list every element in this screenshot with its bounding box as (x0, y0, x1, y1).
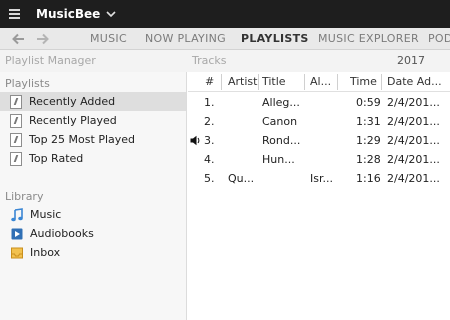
menu-hamburger-icon[interactable] (0, 0, 28, 28)
track-title: Alleg... (262, 96, 300, 109)
auto-playlist-icon (10, 132, 22, 147)
column-header-date-added[interactable]: Date Ad... (387, 75, 449, 88)
tab-music-explorer[interactable]: MUSIC EXPLORER (318, 28, 419, 50)
library-item-inbox[interactable]: Inbox (0, 243, 186, 262)
column-header-artist[interactable]: Artist (228, 75, 258, 88)
tab-podcasts[interactable]: POD (428, 28, 450, 50)
column-divider[interactable] (304, 74, 305, 90)
track-row[interactable]: 5. Qu... Isr... 1:16 2/4/201... (188, 169, 450, 188)
auto-playlist-icon (10, 113, 22, 128)
track-time: 1:28 (356, 153, 381, 166)
track-title: Rond... (262, 134, 301, 147)
track-number: 1. (204, 96, 215, 109)
playlists-section-title: Playlists (5, 77, 50, 90)
back-arrow-icon[interactable] (11, 33, 25, 45)
track-title: Hun... (262, 153, 295, 166)
playlist-item-recently-played[interactable]: Recently Played (0, 111, 186, 130)
chevron-down-icon[interactable] (106, 9, 116, 19)
title-bar: MusicBee (0, 0, 450, 28)
column-header-album[interactable]: Al... (310, 75, 334, 88)
track-list-header: # Artist Title Al... Time Date Ad... (188, 72, 450, 92)
track-artist: Qu... (228, 172, 255, 185)
year-label: 2017 (397, 54, 425, 67)
inbox-icon (11, 247, 23, 258)
column-divider[interactable] (381, 74, 382, 90)
auto-playlist-icon (10, 94, 22, 109)
app-title[interactable]: MusicBee (36, 7, 100, 21)
column-header-number[interactable]: # (205, 75, 217, 88)
playlist-item-label: Top 25 Most Played (29, 133, 136, 146)
track-album: Isr... (310, 172, 333, 185)
playlist-item-top-rated[interactable]: Top Rated (0, 149, 186, 168)
track-row-now-playing[interactable]: 3. Rond... 1:29 2/4/201... (188, 131, 450, 150)
tracks-header: Tracks (192, 54, 227, 67)
track-row[interactable]: 4. Hun... 1:28 2/4/201... (188, 150, 450, 169)
track-date-added: 2/4/201... (387, 153, 440, 166)
track-time: 1:16 (356, 172, 381, 185)
track-list: # Artist Title Al... Time Date Ad... 1. … (188, 72, 450, 320)
playlist-item-recently-added[interactable]: Recently Added (0, 92, 186, 111)
library-item-label: Inbox (30, 246, 61, 259)
column-divider[interactable] (337, 74, 338, 90)
track-row[interactable]: 1. Alleg... 0:59 2/4/201... (188, 93, 450, 112)
tab-playlists[interactable]: PLAYLISTS (241, 28, 309, 50)
library-item-music[interactable]: Music (0, 205, 186, 224)
playlist-item-label: Top Rated (29, 152, 84, 165)
column-divider[interactable] (258, 74, 259, 90)
library-item-label: Audiobooks (30, 227, 94, 240)
forward-arrow-icon[interactable] (36, 33, 50, 45)
track-date-added: 2/4/201... (387, 134, 440, 147)
audiobook-icon (11, 228, 23, 239)
track-title: Canon (262, 115, 298, 128)
track-time: 1:29 (356, 134, 381, 147)
column-header-time[interactable]: Time (350, 75, 380, 88)
track-row[interactable]: 2. Canon 1:31 2/4/201... (188, 112, 450, 131)
column-divider[interactable] (221, 74, 222, 90)
track-number: 2. (204, 115, 215, 128)
playlist-manager-panel: Playlists Recently Added Recently Played… (0, 72, 187, 320)
playlist-item-top-25-most-played[interactable]: Top 25 Most Played (0, 130, 186, 149)
speaker-playing-icon (190, 135, 200, 146)
music-note-icon (11, 207, 23, 221)
track-number: 4. (204, 153, 215, 166)
nav-bar: MUSIC NOW PLAYING PLAYLISTS MUSIC EXPLOR… (0, 28, 450, 50)
library-item-label: Music (30, 208, 62, 221)
panel-header-bar: Playlist Manager Tracks 2017 (0, 50, 450, 72)
playlist-item-label: Recently Added (29, 95, 116, 108)
column-header-title[interactable]: Title (262, 75, 302, 88)
track-number: 5. (204, 172, 215, 185)
track-time: 1:31 (356, 115, 381, 128)
track-number: 3. (204, 134, 215, 147)
library-section-title: Library (5, 190, 44, 203)
track-date-added: 2/4/201... (387, 96, 440, 109)
tab-music[interactable]: MUSIC (90, 28, 127, 50)
auto-playlist-icon (10, 151, 22, 166)
tab-now-playing[interactable]: NOW PLAYING (145, 28, 226, 50)
track-time: 0:59 (356, 96, 381, 109)
library-item-audiobooks[interactable]: Audiobooks (0, 224, 186, 243)
track-date-added: 2/4/201... (387, 115, 440, 128)
playlist-manager-header: Playlist Manager (5, 54, 96, 67)
playlist-item-label: Recently Played (29, 114, 117, 127)
track-date-added: 2/4/201... (387, 172, 440, 185)
